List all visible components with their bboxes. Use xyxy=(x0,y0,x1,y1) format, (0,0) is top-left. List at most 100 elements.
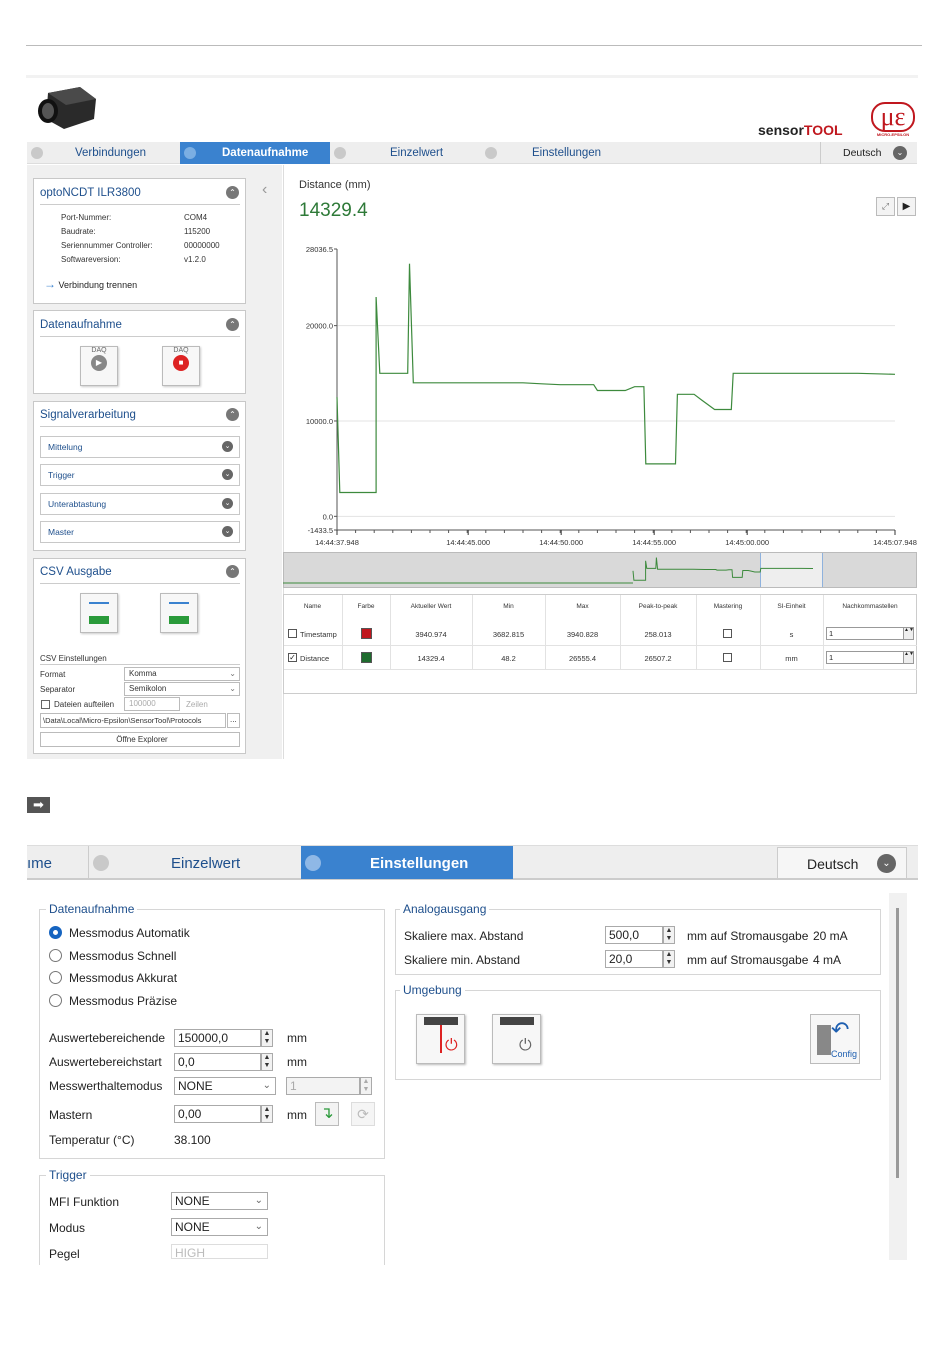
chevron-left-icon[interactable]: ‹ xyxy=(262,181,267,199)
master-unit: mm xyxy=(287,1108,307,1122)
channel-color-swatch[interactable] xyxy=(361,652,372,663)
path-input[interactable]: \Data\Local\Micro-Epsilon\SensorTool\Pro… xyxy=(40,713,226,728)
range-start-spinner[interactable]: ▲ ▼ xyxy=(261,1053,273,1071)
mode-akkurat-label: Messmodus Akkurat xyxy=(69,971,178,985)
decimals-spinner[interactable]: ▲▼ xyxy=(903,652,914,663)
si-unit-cell: mm xyxy=(785,654,798,663)
table-row-divider xyxy=(284,669,917,670)
daq-start-button[interactable]: DAQ ▶ xyxy=(80,346,118,386)
mfi-select[interactable]: NONE ⌄ xyxy=(171,1192,268,1210)
peak-to-peak-cell: 258.013 xyxy=(644,630,672,639)
scale-min-ma: 4 mA xyxy=(813,953,842,967)
mittelung-dropdown[interactable]: Mittelung ⌄ xyxy=(40,436,240,458)
path-value: \Data\Local\Micro-Epsilon\SensorTool\Pro… xyxy=(43,716,202,725)
range-start-label: Auswertebereichstart xyxy=(49,1055,162,1069)
decimals-input[interactable]: 1 xyxy=(826,627,914,640)
tab-label: Datenaufnahme xyxy=(222,147,309,159)
x-tick-label: 14:44:55.000 xyxy=(632,538,676,547)
config-button[interactable]: ↶ Config xyxy=(810,1014,860,1064)
sensor-panel: optoNCDT ILR3800 ⌃ Port-Nummer: COM4 Bau… xyxy=(33,178,246,304)
x-tick-label: 14:45:00.000 xyxy=(725,538,769,547)
collapse-icon[interactable]: ⌃ xyxy=(226,408,239,421)
table-header: Peak-to-peak xyxy=(638,603,678,610)
config-label: Config xyxy=(831,1049,858,1059)
table-header: Farbe xyxy=(357,603,375,610)
chevron-down-icon: ⌄ xyxy=(254,1221,263,1232)
channel-checkbox[interactable] xyxy=(288,629,297,638)
laser-off-button[interactable]: ⏻ xyxy=(492,1014,541,1064)
master-spinner[interactable]: ▲ ▼ xyxy=(261,1105,273,1123)
channel-checkbox[interactable]: ✓ xyxy=(288,653,297,662)
collapse-icon[interactable]: ⌃ xyxy=(226,186,239,199)
mastering-checkbox[interactable] xyxy=(723,653,732,662)
arrow-right-icon: → xyxy=(44,277,56,291)
daq-stop-button[interactable]: DAQ ■ xyxy=(162,346,200,386)
trigger-mode-select[interactable]: NONE ⌄ xyxy=(171,1218,268,1236)
range-end-spinner[interactable]: ▲ ▼ xyxy=(261,1029,273,1047)
scale-min-spinner[interactable]: ▲ ▼ xyxy=(663,950,675,968)
channel-color-swatch[interactable] xyxy=(361,628,372,639)
distance-chart: 28036.5 20000.0 10000.0 0.0 -1433.5 14:44:37.… xyxy=(306,245,917,547)
tab-datenaufnahme-partial[interactable]: ıme xyxy=(27,855,52,872)
mfi-value: NONE xyxy=(175,1194,210,1208)
master-input[interactable]: 0,00 xyxy=(174,1105,261,1123)
decimals-input[interactable]: 1 xyxy=(826,651,914,664)
chevron-down-icon: ⌄ xyxy=(262,1080,271,1091)
mfi-label: MFI Funktion xyxy=(49,1195,120,1209)
csv-stop-button[interactable] xyxy=(160,593,198,633)
language-select[interactable]: Deutsch ⌄ xyxy=(820,142,917,164)
collapse-icon[interactable]: ⌃ xyxy=(226,318,239,331)
format-select[interactable]: Komma ⌄ xyxy=(124,667,240,681)
range-start-unit: mm xyxy=(287,1055,307,1069)
mastering-checkbox[interactable] xyxy=(723,629,732,638)
tab-verbindungen[interactable]: Verbindungen xyxy=(31,142,178,164)
tab-einzelwert[interactable]: Einzelwert xyxy=(171,855,240,872)
scale-max-ma: 20 mA xyxy=(813,929,848,943)
laser-beam-icon xyxy=(440,1025,442,1053)
hold-mode-select[interactable]: NONE ⌄ xyxy=(174,1077,276,1095)
sensor-head-icon xyxy=(499,1017,534,1025)
collapse-icon[interactable]: ⌃ xyxy=(226,565,239,578)
format-value: Komma xyxy=(129,669,157,678)
port-value: COM4 xyxy=(184,213,208,222)
split-checkbox[interactable] xyxy=(41,700,50,709)
trigger-dropdown[interactable]: Trigger ⌄ xyxy=(40,464,240,486)
brand-sensor: sensor xyxy=(758,122,804,138)
play-button[interactable]: ▶ xyxy=(897,197,916,216)
scale-max-input[interactable]: 500,0 xyxy=(605,926,663,944)
fit-view-button[interactable]: ⤢ xyxy=(876,197,895,216)
mode-akkurat-radio[interactable] xyxy=(49,971,62,984)
sensor-image xyxy=(34,85,98,131)
scale-max-spinner[interactable]: ▲ ▼ xyxy=(663,926,675,944)
scale-max-label: Skaliere max. Abstand xyxy=(404,929,524,943)
scale-min-input[interactable]: 20,0 xyxy=(605,950,663,968)
browse-button[interactable]: ... xyxy=(227,713,240,728)
tab-einzelwert[interactable]: Einzelwert xyxy=(334,142,474,164)
range-end-input[interactable]: 150000,0 xyxy=(174,1029,261,1047)
decimals-spinner[interactable]: ▲▼ xyxy=(903,628,914,639)
separator-select[interactable]: Semikolon ⌄ xyxy=(124,682,240,696)
disconnect-link[interactable]: → Verbindung trennen xyxy=(44,277,137,291)
settings-language-select[interactable]: Deutsch ⌄ xyxy=(777,847,907,879)
x-tick-label: 14:44:37.948 xyxy=(315,538,359,547)
mode-automatik-radio[interactable] xyxy=(49,926,62,939)
laser-on-button[interactable]: ⏻ xyxy=(416,1014,465,1064)
csv-start-button[interactable] xyxy=(80,593,118,633)
range-start-value: 0,0 xyxy=(178,1055,195,1069)
chevron-down-icon: ⌄ xyxy=(229,669,236,678)
tab-einstellungen[interactable]: Einstellungen xyxy=(485,142,630,164)
brand-tool: TOOL xyxy=(803,122,843,138)
separator-label: Separator xyxy=(40,685,76,694)
open-explorer-button[interactable]: Öffne Explorer xyxy=(40,732,240,747)
mode-praezise-radio[interactable] xyxy=(49,994,62,1007)
scrollbar-thumb[interactable] xyxy=(896,908,899,1178)
apply-master-button[interactable]: ↴ xyxy=(315,1102,339,1126)
config-sensor-icon xyxy=(817,1025,831,1055)
mode-schnell-radio[interactable] xyxy=(49,949,62,962)
table-header: Name xyxy=(303,603,322,610)
unterabtastung-dropdown[interactable]: Unterabtastung ⌄ xyxy=(40,493,240,515)
tab-datenaufnahme[interactable]: Datenaufnahme xyxy=(180,142,330,164)
range-start-input[interactable]: 0,0 xyxy=(174,1053,261,1071)
master-dropdown[interactable]: Master ⌄ xyxy=(40,521,240,543)
channel-name: Distance xyxy=(300,654,330,663)
